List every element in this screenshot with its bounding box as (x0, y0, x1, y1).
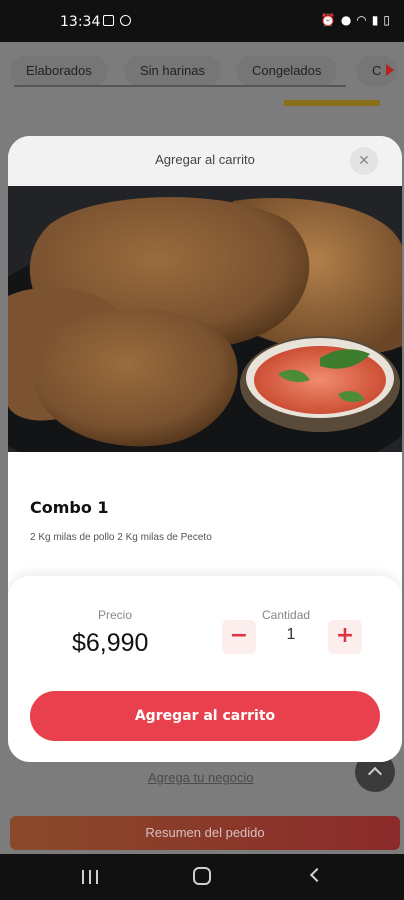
add-business-link[interactable]: Agrega tu negocio (148, 770, 254, 785)
recents-icon[interactable] (82, 870, 98, 884)
modal-title: Agregar al carrito (155, 152, 255, 167)
signal-icon: ▮ (371, 13, 379, 27)
category-underline (14, 85, 346, 87)
home-icon[interactable] (193, 867, 211, 885)
location-icon: ● (340, 13, 352, 27)
modal-header: Agregar al carrito ✕ (8, 136, 402, 186)
status-bar: 13:34 ⏰ ● ◠ ▮ ▯ (0, 0, 404, 42)
price-value: $6,990 (72, 629, 149, 657)
decrease-quantity-button[interactable]: − (222, 620, 256, 654)
scroll-right-icon[interactable] (386, 64, 394, 76)
gallery-icon (103, 15, 114, 26)
back-icon[interactable] (309, 867, 325, 883)
alarm-icon: ⏰ (320, 13, 336, 27)
messenger-icon (120, 15, 131, 26)
increase-quantity-button[interactable]: + (328, 620, 362, 654)
order-panel: Precio $6,990 Cantidad − 1 + Agregar al … (8, 576, 402, 762)
quantity-label: Cantidad (262, 608, 311, 622)
category-chip-congelados[interactable]: Congelados (236, 56, 338, 86)
price-label: Precio (98, 608, 133, 622)
product-name: Combo 1 (30, 498, 109, 517)
status-icons: ⏰ ● ◠ ▮ ▯ (321, 13, 390, 27)
close-icon[interactable]: ✕ (350, 147, 378, 175)
add-to-cart-modal: Agregar al carrito ✕ Combo 1 2 Kg milas … (8, 136, 402, 762)
category-tabs: Elaborados Sin harinas Congelados C (0, 46, 404, 96)
order-summary-button[interactable]: Resumen del pedido (10, 816, 400, 850)
wifi-icon: ◠ (356, 13, 367, 27)
category-chip-elaborados[interactable]: Elaborados (10, 56, 108, 86)
status-time: 13:34 (60, 14, 101, 30)
add-to-cart-button[interactable]: Agregar al carrito (30, 691, 380, 741)
product-image (8, 186, 402, 452)
chevron-up-icon (367, 766, 383, 782)
category-chip-sin-harinas[interactable]: Sin harinas (124, 56, 222, 86)
banner-accent (284, 100, 380, 106)
product-description: 2 Kg milas de pollo 2 Kg milas de Peceto (30, 532, 212, 543)
battery-icon: ▯ (383, 13, 390, 27)
system-nav-bar (0, 854, 404, 900)
quantity-value: 1 (286, 626, 296, 643)
